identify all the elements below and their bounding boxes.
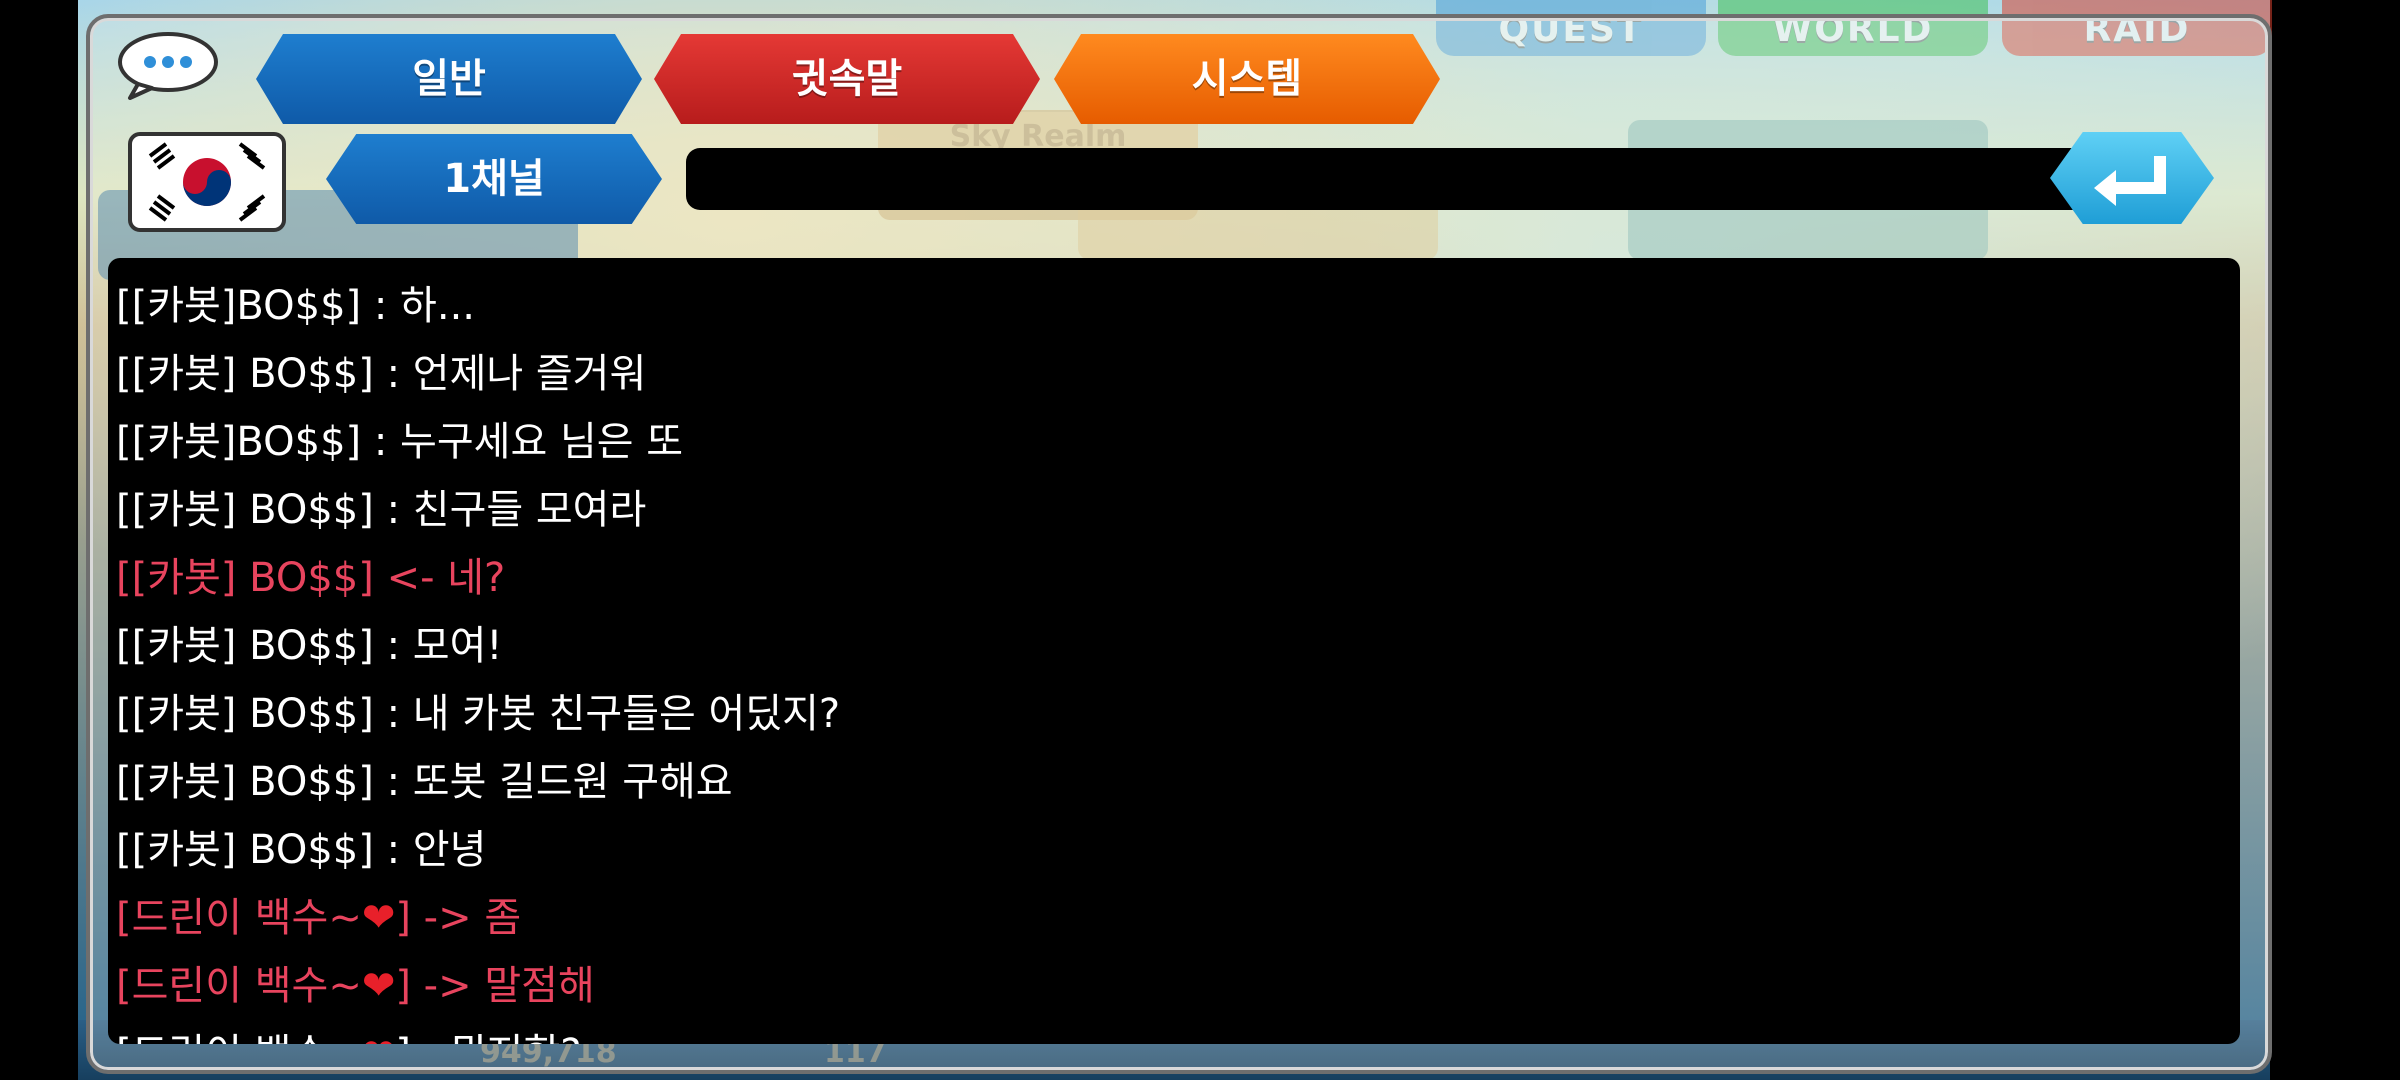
korea-flag-icon [148,142,266,222]
chat-message: [[카봇] BO$$] : 내 카봇 친구들은 어딨지? [116,691,841,737]
message-text: ] -> 말점해 [395,963,595,1009]
chat-log[interactable]: [[카봇]BO$$] : 하... [[카봇] BO$$] : 언제나 즐거워 … [108,258,2240,1044]
chat-message: [[카봇]BO$$] : 하... [116,283,475,329]
message-text: ] -> 좀 [395,895,522,941]
chat-message: [[카봇] BO$$] : 언제나 즐거워 [116,351,647,397]
heart-icon: ❤ [362,1031,396,1044]
tab-whisper[interactable]: 귓속말 [654,34,1040,124]
chat-message: [드린이 백수~❤] : 뭐지함? [116,1030,582,1044]
heart-icon: ❤ [361,895,396,941]
language-flag-button[interactable] [128,132,286,232]
sender-name: [드린이 백수~ [116,963,362,1009]
tab-general[interactable]: 일반 [256,34,642,124]
chat-message-input[interactable] [686,148,2086,210]
message-text: ] : 뭐지함? [395,1031,581,1044]
chat-message: [[카봇]BO$$] : 누구세요 님은 또 [116,419,684,465]
chat-message: [[카봇] BO$$] : 안녕 [116,827,487,873]
chat-message: [[카봇] BO$$] : 또봇 길드원 구해요 [116,759,733,805]
chat-message-whisper: [[카봇] BO$$] <- 네? [116,555,506,601]
chat-message: [[카봇] BO$$] : 모여! [116,623,503,669]
chat-message: [[카봇] BO$$] : 친구들 모여라 [116,487,647,533]
send-button[interactable] [2050,132,2214,224]
chat-bubble-icon[interactable] [116,30,220,100]
enter-arrow-icon [2094,156,2166,206]
chat-message-whisper: [드린이 백수~❤] -> 좀 [116,894,521,942]
chat-message-whisper: [드린이 백수~❤] -> 말점해 [116,962,595,1010]
sender-name: [드린이 백수~ [116,895,362,941]
sender-name: [드린이 백수~ [116,1031,362,1044]
heart-icon: ❤ [361,963,396,1009]
tab-system[interactable]: 시스템 [1054,34,1440,124]
channel-select-button[interactable]: 1채널 [326,134,662,224]
